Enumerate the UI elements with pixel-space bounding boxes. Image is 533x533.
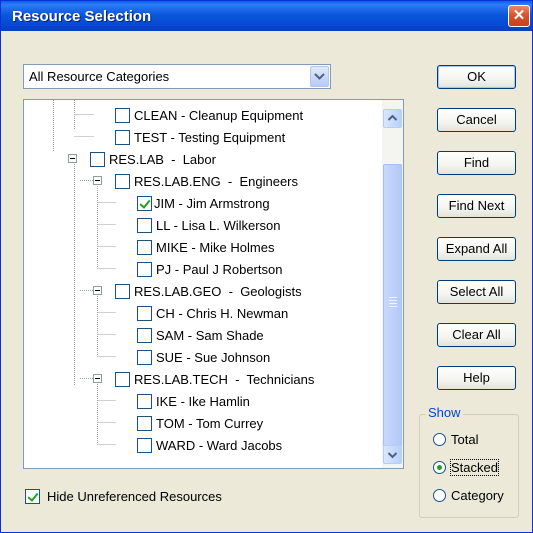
radio-label: Total <box>451 432 479 447</box>
tree-item-checkbox[interactable] <box>137 327 152 343</box>
find-button[interactable]: Find <box>437 151 516 175</box>
tree-scrollbar[interactable] <box>382 100 403 468</box>
tree-item-checkbox[interactable] <box>137 261 152 277</box>
tree-item-label: CLEAN - Cleanup Equipment <box>134 107 304 123</box>
help-button[interactable]: Help <box>437 366 516 390</box>
dropdown-selected-value: All Resource Categories <box>29 69 170 84</box>
tree-item-checkbox[interactable] <box>137 195 152 211</box>
radio-label: Stacked <box>450 459 499 476</box>
tree-item-label: LL - Lisa L. Wilkerson <box>156 217 281 233</box>
tree-item-label: RES.LAB - Labor <box>109 151 216 167</box>
tree-item[interactable]: CH - Chris H. Newman <box>137 303 288 323</box>
tree-item-checkbox[interactable] <box>137 217 152 233</box>
select-all-button[interactable]: Select All <box>437 280 516 304</box>
collapse-icon[interactable] <box>93 176 102 185</box>
expand-all-button[interactable]: Expand All <box>437 237 516 261</box>
tree-item-checkbox[interactable] <box>137 415 152 431</box>
collapse-icon[interactable] <box>93 286 102 295</box>
tree-item-label: JIM - Jim Armstrong <box>154 195 270 211</box>
title-bar[interactable]: Resource Selection ✕ <box>1 1 532 31</box>
tree-item-label: MIKE - Mike Holmes <box>156 239 275 255</box>
tree-item-checkbox[interactable] <box>115 107 130 123</box>
tree-item-checkbox[interactable] <box>90 151 105 167</box>
tree-item-checkbox[interactable] <box>115 283 130 299</box>
tree-item-checkbox[interactable] <box>137 349 152 365</box>
resource-selection-dialog: Resource Selection ✕ All Resource Catego… <box>0 0 533 533</box>
grip-line <box>389 306 397 307</box>
clear-all-button[interactable]: Clear All <box>437 323 516 347</box>
show-option-category[interactable]: Category <box>433 488 504 503</box>
show-option-stacked[interactable]: Stacked <box>433 459 499 476</box>
tree-item[interactable]: PJ - Paul J Robertson <box>137 259 282 279</box>
tree-item-label: TEST - Testing Equipment <box>134 129 286 145</box>
tree-item-label: PJ - Paul J Robertson <box>156 261 283 277</box>
tree-item[interactable]: RES.LAB - Labor <box>90 149 216 169</box>
tree-item-label: RES.LAB.ENG - Engineers <box>134 173 299 189</box>
grip-line <box>389 303 397 304</box>
chevron-down-icon[interactable] <box>310 66 329 87</box>
tree-item-checkbox[interactable] <box>137 393 152 409</box>
tree-item[interactable]: RES.LAB.GEO - Geologists <box>115 281 302 301</box>
show-option-total[interactable]: Total <box>433 432 478 447</box>
radio-label: Category <box>451 488 504 503</box>
show-group-title: Show <box>426 405 463 420</box>
resource-category-dropdown[interactable]: All Resource Categories <box>23 64 331 89</box>
radio-button[interactable] <box>433 461 446 474</box>
tree-item[interactable]: WARD - Ward Jacobs <box>137 435 282 455</box>
hide-unreferenced-option[interactable]: Hide Unreferenced Resources <box>25 489 222 504</box>
tree-item-label: IKE - Ike Hamlin <box>156 393 250 409</box>
tree-item-label: TOM - Tom Currey <box>156 415 264 431</box>
tree-item-checkbox[interactable] <box>137 305 152 321</box>
tree-item-label: SAM - Sam Shade <box>156 327 264 343</box>
window-title: Resource Selection <box>12 8 152 25</box>
cancel-button[interactable]: Cancel <box>437 108 516 132</box>
tree-item-label: RES.LAB.GEO - Geologists <box>134 283 302 299</box>
scroll-up-icon[interactable] <box>383 109 402 128</box>
ok-button[interactable]: OK <box>437 65 516 89</box>
tree-item[interactable]: RES.LAB.TECH - Technicians <box>115 369 314 389</box>
tree-item-checkbox[interactable] <box>115 173 130 189</box>
tree-item-label: SUE - Sue Johnson <box>156 349 271 365</box>
tree-item-label: CH - Chris H. Newman <box>156 305 289 321</box>
tree-item[interactable]: IKE - Ike Hamlin <box>137 391 250 411</box>
find-next-button[interactable]: Find Next <box>437 194 516 218</box>
grip-line <box>389 297 397 298</box>
tree-item[interactable]: TEST - Testing Equipment <box>115 127 285 147</box>
grip-line <box>389 300 397 301</box>
scroll-down-icon[interactable] <box>383 445 402 464</box>
tree-item-checkbox[interactable] <box>115 371 130 387</box>
tree-item[interactable]: SAM - Sam Shade <box>137 325 264 345</box>
resource-tree[interactable]: CLEAN - Cleanup Equipment TEST - Testing… <box>23 99 404 469</box>
radio-button[interactable] <box>433 433 446 446</box>
radio-button[interactable] <box>433 489 446 502</box>
tree-item-checkbox[interactable] <box>137 437 152 453</box>
tree-item[interactable]: JIM - Jim Armstrong <box>137 193 270 213</box>
tree-item[interactable]: LL - Lisa L. Wilkerson <box>137 215 281 235</box>
hide-unreferenced-label: Hide Unreferenced Resources <box>47 489 222 504</box>
collapse-icon[interactable] <box>68 154 77 163</box>
tree-item-checkbox[interactable] <box>137 239 152 255</box>
tree-item[interactable]: SUE - Sue Johnson <box>137 347 270 367</box>
tree-item[interactable]: RES.LAB.ENG - Engineers <box>115 171 298 191</box>
collapse-icon[interactable] <box>93 374 102 383</box>
tree-item[interactable]: TOM - Tom Currey <box>137 413 263 433</box>
hide-unreferenced-checkbox[interactable] <box>25 489 40 504</box>
close-icon[interactable]: ✕ <box>508 5 530 27</box>
tree-item-checkbox[interactable] <box>115 129 130 145</box>
tree-item[interactable]: CLEAN - Cleanup Equipment <box>115 105 303 125</box>
tree-item-label: WARD - Ward Jacobs <box>156 437 283 453</box>
tree-item-label: RES.LAB.TECH - Technicians <box>134 371 315 387</box>
tree-item[interactable]: MIKE - Mike Holmes <box>137 237 274 257</box>
scroll-thumb[interactable] <box>383 164 402 448</box>
